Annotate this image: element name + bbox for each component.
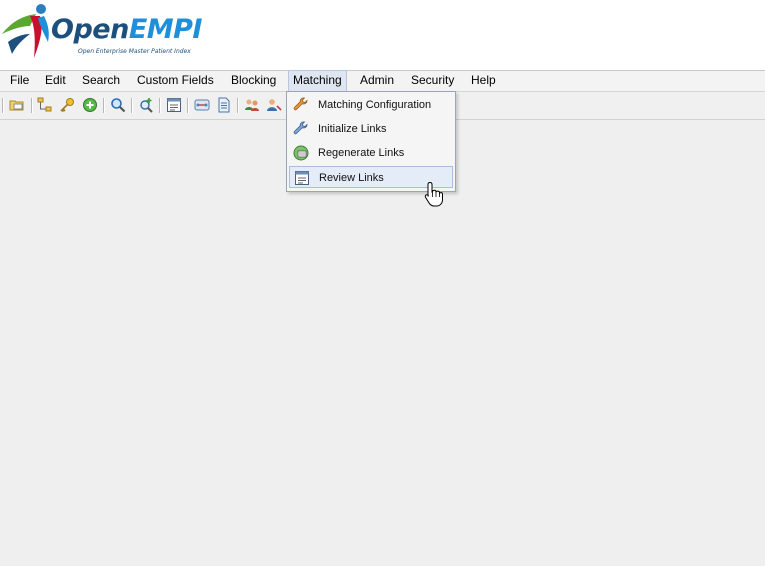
logo-figure-icon: [2, 4, 49, 58]
key-icon[interactable]: [59, 97, 75, 113]
toolbar-separator: [237, 98, 239, 113]
menu-item-initialize-links[interactable]: Initialize Links: [289, 118, 453, 140]
regenerate-icon: [293, 145, 309, 161]
users-icon[interactable]: [244, 97, 260, 113]
menu-bar: File Edit Search Custom Fields Blocking …: [0, 70, 765, 92]
open-folder-icon[interactable]: [9, 97, 25, 113]
menu-blocking[interactable]: Blocking: [229, 71, 278, 91]
search-plus-icon[interactable]: [138, 97, 154, 113]
toolbar-separator: [31, 98, 33, 113]
toolbar-separator: [103, 98, 105, 113]
user-link-icon[interactable]: [266, 97, 282, 113]
magnifier-icon[interactable]: [110, 97, 126, 113]
form-icon[interactable]: [166, 97, 182, 113]
wrench-blue-icon: [293, 121, 309, 137]
app-header: OpenEMPI Open Enterprise Master Patient …: [0, 0, 765, 71]
add-circle-icon[interactable]: [82, 97, 98, 113]
menu-item-label: Matching Configuration: [318, 99, 432, 111]
toolbar-separator: [131, 98, 133, 113]
menu-security[interactable]: Security: [409, 71, 456, 91]
toolbar-separator: [2, 98, 4, 113]
menu-edit[interactable]: Edit: [43, 71, 68, 91]
link-review-icon[interactable]: [194, 97, 210, 113]
wrench-icon: [293, 97, 309, 113]
menu-help[interactable]: Help: [469, 71, 498, 91]
matching-dropdown: Matching Configuration Initialize Links …: [286, 91, 456, 192]
menu-item-label: Regenerate Links: [318, 147, 405, 159]
hand-cursor-icon: [424, 181, 444, 207]
menu-custom-fields[interactable]: Custom Fields: [135, 71, 216, 91]
toolbar-separator: [159, 98, 161, 113]
menu-admin[interactable]: Admin: [358, 71, 396, 91]
menu-item-label: Review Links: [319, 172, 384, 184]
menu-item-label: Initialize Links: [318, 123, 387, 135]
openempi-logo: OpenEMPI Open Enterprise Master Patient …: [0, 2, 202, 64]
menu-item-regenerate-links[interactable]: Regenerate Links: [289, 142, 453, 164]
toolbar-separator: [187, 98, 189, 113]
review-icon: [294, 170, 310, 186]
menu-search[interactable]: Search: [80, 71, 122, 91]
brand-name: OpenEMPI: [51, 14, 202, 45]
document-icon[interactable]: [216, 97, 232, 113]
hierarchy-icon[interactable]: [37, 97, 53, 113]
menu-matching[interactable]: Matching: [288, 70, 347, 91]
menu-file[interactable]: File: [8, 71, 31, 91]
brand-tagline: Open Enterprise Master Patient Index: [78, 48, 191, 55]
menu-item-matching-configuration[interactable]: Matching Configuration: [289, 94, 453, 116]
